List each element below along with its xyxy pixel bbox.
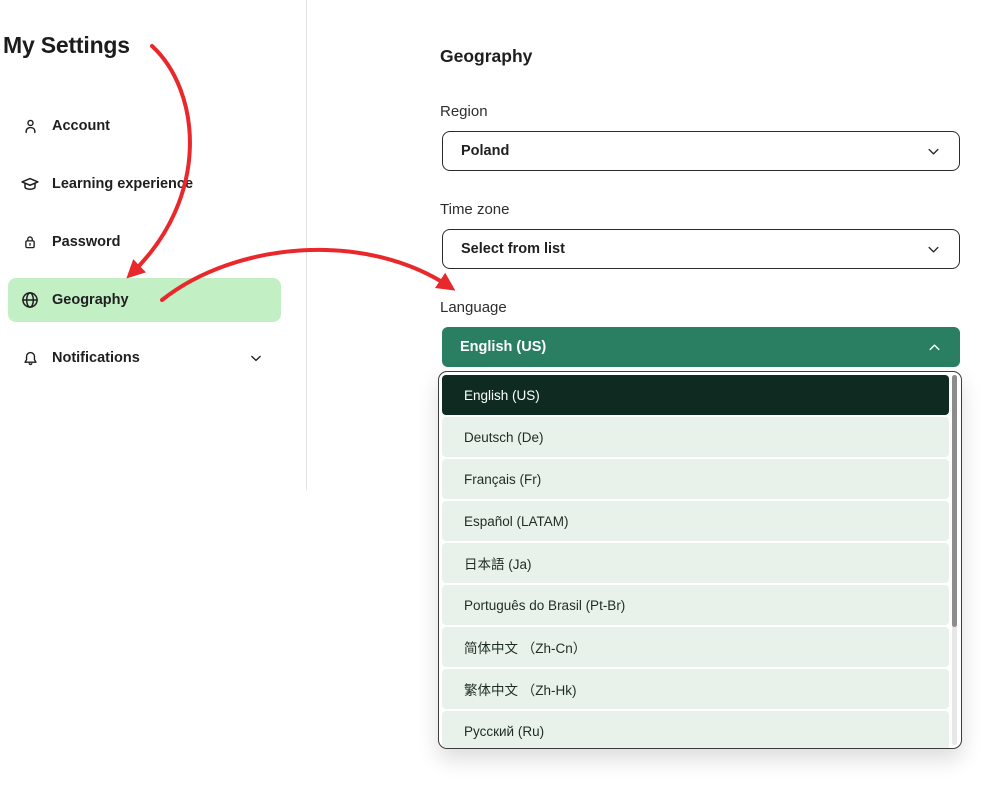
scrollbar-thumb[interactable] <box>952 375 957 627</box>
sidebar-item-label: Password <box>52 234 121 250</box>
chevron-up-icon <box>925 338 944 357</box>
language-option-francais[interactable]: Français (Fr) <box>442 459 949 499</box>
lock-icon <box>20 232 40 252</box>
sidebar-item-label: Geography <box>52 292 129 308</box>
language-label: Language <box>440 299 507 316</box>
sidebar-item-label: Learning experience <box>52 176 193 192</box>
region-select[interactable]: Poland <box>442 131 960 171</box>
language-option-portugues[interactable]: Português do Brasil (Pt-Br) <box>442 585 949 625</box>
language-option-traditional-chinese[interactable]: 繁体中文 （Zh-Hk) <box>442 669 949 709</box>
language-select[interactable]: English (US) <box>442 327 960 367</box>
page-title: My Settings <box>3 32 130 59</box>
sidebar-item-geography[interactable]: Geography <box>8 278 281 322</box>
vertical-divider <box>306 0 307 490</box>
chevron-down-icon[interactable] <box>247 349 265 367</box>
region-label: Region <box>440 103 488 120</box>
settings-page: My Settings Account Learning experience … <box>0 0 995 792</box>
graduation-cap-icon <box>20 174 40 194</box>
sidebar-item-account[interactable]: Account <box>8 104 281 148</box>
chevron-down-icon <box>924 240 943 259</box>
sidebar-item-learning-experience[interactable]: Learning experience <box>8 162 281 206</box>
section-heading: Geography <box>440 46 532 67</box>
bell-icon <box>20 348 40 368</box>
language-option-espanol[interactable]: Español (LATAM) <box>442 501 949 541</box>
timezone-select-value: Select from list <box>461 241 565 257</box>
language-option-russian[interactable]: Русский (Ru) <box>442 711 949 749</box>
sidebar-item-label: Notifications <box>52 350 140 366</box>
sidebar-item-notifications[interactable]: Notifications <box>8 336 281 380</box>
language-select-value: English (US) <box>460 339 546 355</box>
timezone-select[interactable]: Select from list <box>442 229 960 269</box>
language-dropdown-panel: English (US) Deutsch (De) Français (Fr) … <box>438 371 962 749</box>
language-option-english-us[interactable]: English (US) <box>442 375 949 415</box>
sidebar-item-label: Account <box>52 118 110 134</box>
timezone-label: Time zone <box>440 201 509 218</box>
language-option-deutsch[interactable]: Deutsch (De) <box>442 417 949 457</box>
language-option-simplified-chinese[interactable]: 简体中文 （Zh-Cn） <box>442 627 949 667</box>
globe-icon <box>20 290 40 310</box>
region-select-value: Poland <box>461 143 509 159</box>
person-icon <box>20 116 40 136</box>
sidebar-item-password[interactable]: Password <box>8 220 281 264</box>
language-option-japanese[interactable]: 日本語 (Ja) <box>442 543 949 583</box>
chevron-down-icon <box>924 142 943 161</box>
